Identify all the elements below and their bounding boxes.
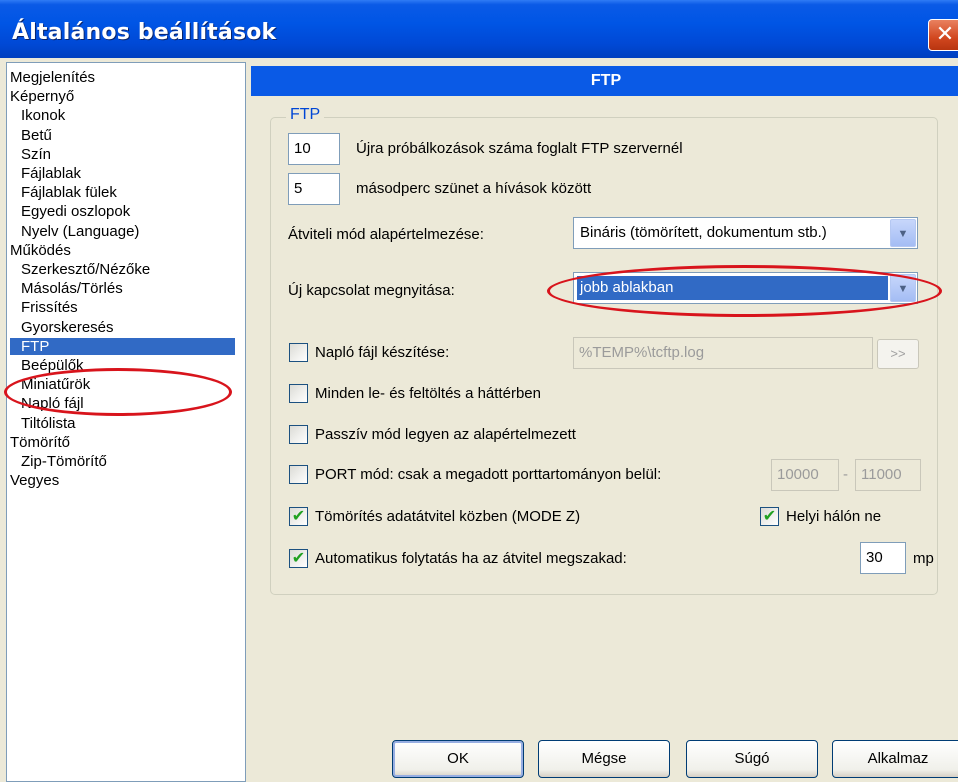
log-file-path-input[interactable]: %TEMP%\tcftp.log [573, 337, 873, 369]
port-from-input[interactable]: 10000 [771, 459, 839, 491]
pause-input[interactable]: 5 [288, 173, 340, 205]
tree-item[interactable]: Nyelv (Language) [21, 223, 139, 240]
log-file-label: Napló fájl készítése: [315, 344, 450, 361]
retries-input[interactable]: 10 [288, 133, 340, 165]
tree-item[interactable]: Szerkesztő/Nézőke [21, 261, 150, 278]
tree-item[interactable]: Egyedi oszlopok [21, 203, 130, 220]
tree-item[interactable]: Betű [21, 127, 52, 144]
tree-item[interactable]: Miniatűrök [21, 376, 90, 393]
window-title: Általános beállítások [12, 20, 277, 45]
tree-item[interactable]: FTP [10, 337, 235, 355]
title-bar: Általános beállítások ✕ [0, 0, 958, 58]
new-connection-select[interactable]: jobb ablakban ▼ [573, 272, 918, 304]
port-to-input[interactable]: 11000 [855, 459, 921, 491]
auto-resume-seconds-input[interactable]: 30 [860, 542, 906, 574]
ok-button[interactable]: OK [392, 740, 524, 778]
new-connection-label: Új kapcsolat megnyitása: [288, 282, 455, 299]
new-connection-value: jobb ablakban [577, 276, 888, 300]
pause-label: másodperc szünet a hívások között [356, 180, 592, 197]
passive-checkbox[interactable] [289, 425, 308, 444]
tree-item[interactable]: Vegyes [10, 472, 59, 489]
local-network-checkbox[interactable]: ✔ [760, 507, 779, 526]
auto-resume-label: Automatikus folytatás ha az átvitel megs… [315, 550, 627, 567]
tree-item[interactable]: Fájlablak fülek [21, 184, 117, 201]
tree-item[interactable]: Gyorskeresés [21, 319, 114, 336]
transfer-mode-label: Átviteli mód alapértelmezése: [288, 226, 484, 243]
tree-item[interactable]: Zip-Tömörítő [21, 453, 107, 470]
tree-item[interactable]: Beépülők [21, 357, 84, 374]
tree-item[interactable]: Tömörítő [10, 434, 70, 451]
retries-label: Újra próbálkozások száma foglalt FTP sze… [356, 140, 683, 157]
tree-item[interactable]: Fájlablak [21, 165, 81, 182]
background-checkbox[interactable] [289, 384, 308, 403]
port-label: PORT mód: csak a megadott porttartományo… [315, 466, 662, 483]
panel-header: FTP [251, 66, 958, 96]
background-label: Minden le- és feltöltés a háttérben [315, 385, 541, 402]
tree-item[interactable]: Működés [10, 242, 71, 259]
auto-resume-unit: mp [913, 550, 934, 567]
tree-item[interactable]: Szín [21, 146, 51, 163]
group-title: FTP [286, 105, 325, 125]
settings-tree[interactable]: Megjelenítés Képernyő Ikonok Betű Szín Fájlab… [6, 62, 246, 782]
auto-resume-checkbox[interactable]: ✔ [289, 549, 308, 568]
tree-item[interactable]: Napló fájl [21, 395, 84, 412]
cancel-button[interactable]: Mégse [538, 740, 670, 778]
port-range-dash: - [843, 466, 848, 483]
log-file-checkbox[interactable] [289, 343, 308, 362]
tree-item[interactable]: Tiltólista [21, 415, 75, 432]
tree-item[interactable]: Másolás/Törlés [21, 280, 123, 297]
compression-label: Tömörítés adatátvitel közben (MODE Z) [315, 508, 581, 525]
log-file-browse-button[interactable]: >> [877, 339, 919, 369]
apply-button[interactable]: Alkalmaz [832, 740, 958, 778]
port-checkbox[interactable] [289, 465, 308, 484]
compression-checkbox[interactable]: ✔ [289, 507, 308, 526]
chevron-down-icon[interactable]: ▼ [890, 274, 916, 302]
tree-item[interactable]: Ikonok [21, 107, 65, 124]
tree-item[interactable]: Képernyő [10, 88, 74, 105]
chevron-down-icon[interactable]: ▼ [890, 219, 916, 247]
close-button[interactable]: ✕ [928, 19, 958, 51]
passive-label: Passzív mód legyen az alapértelmezett [315, 426, 576, 443]
tree-item[interactable]: Megjelenítés [10, 69, 95, 86]
help-button[interactable]: Súgó [686, 740, 818, 778]
tree-item[interactable]: Frissítés [21, 299, 78, 316]
transfer-mode-select[interactable]: Bináris (tömörített, dokumentum stb.) ▼ [573, 217, 918, 249]
local-network-label: Helyi hálón ne [786, 508, 882, 525]
transfer-mode-value: Bináris (tömörített, dokumentum stb.) [580, 224, 827, 241]
